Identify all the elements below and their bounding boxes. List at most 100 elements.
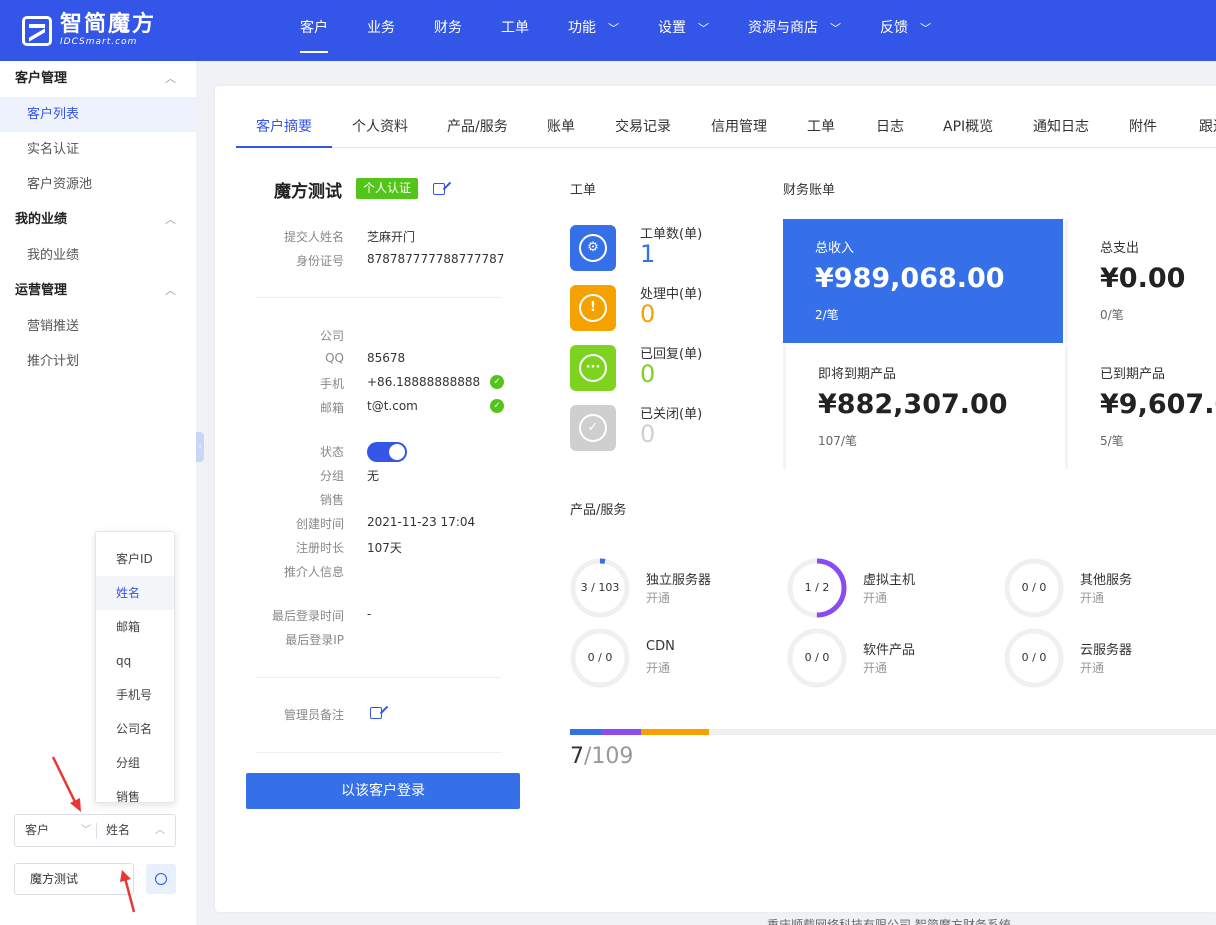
- nav-item-2[interactable]: 财务: [434, 0, 462, 61]
- products-progress-text: 7/109: [570, 744, 634, 769]
- tab-4[interactable]: 交易记录: [615, 108, 671, 148]
- product-type-name[interactable]: 云服务器: [1080, 639, 1132, 658]
- created-value: 2021-11-23 17:04: [367, 515, 476, 529]
- idcard-value: 878787777788777787: [367, 252, 505, 266]
- product-type-name[interactable]: CDN: [646, 639, 675, 654]
- referrer-label: 推介人信息: [283, 565, 344, 579]
- nav-item-label: 反馈: [880, 20, 908, 36]
- finance-stat-box[interactable]: 总收入 ¥989,068.00 2/笔: [783, 219, 1063, 343]
- search-type-value[interactable]: 客户: [25, 815, 49, 846]
- tab-9[interactable]: 通知日志: [1033, 108, 1089, 148]
- sidebar-collapse-handle[interactable]: ‹: [196, 432, 204, 462]
- edit-icon[interactable]: [433, 183, 445, 195]
- nav-item-7[interactable]: 反馈 ﹀: [880, 0, 931, 61]
- sidebar-item-1-0[interactable]: 我的业绩: [0, 238, 196, 273]
- donut-ratio-text: 0 / 0: [1021, 581, 1047, 594]
- dropdown-option[interactable]: 销售: [96, 780, 174, 802]
- sidebar-group-2[interactable]: 运营管理 ︿: [0, 273, 196, 309]
- logo-icon: [22, 15, 52, 46]
- sidebar-item-0-2[interactable]: 客户资源池: [0, 167, 196, 202]
- product-donut-chart: 3 / 103: [570, 558, 630, 618]
- tab-8[interactable]: API概览: [943, 108, 993, 148]
- search-button[interactable]: [146, 864, 176, 894]
- edit-note-icon[interactable]: [370, 707, 382, 719]
- sidebar-item-0-0[interactable]: 客户列表: [0, 97, 196, 132]
- nav-item-label: 资源与商店: [748, 20, 818, 36]
- finance-stat-box[interactable]: 已到期产品 ¥9,607.00 5/笔: [1065, 345, 1216, 469]
- product-donut-chart: 0 / 0: [570, 628, 630, 688]
- sidebar-item-2-1[interactable]: 推介计划: [0, 344, 196, 379]
- sidebar-item-0-1[interactable]: 实名认证: [0, 132, 196, 167]
- nav-item-6[interactable]: 资源与商店 ﹀: [748, 0, 841, 61]
- tab-1[interactable]: 个人资料: [352, 108, 408, 148]
- sidebar-group-0[interactable]: 客户管理 ︿: [0, 61, 196, 97]
- sidebar-item-2-0[interactable]: 营销推送: [0, 309, 196, 344]
- tab-5[interactable]: 信用管理: [711, 108, 767, 148]
- chevron-down-icon: ﹀: [608, 22, 619, 35]
- product-type-name[interactable]: 虚拟主机: [863, 569, 915, 588]
- dropdown-option[interactable]: 分组: [96, 746, 174, 780]
- nav-item-3[interactable]: 工单: [501, 0, 529, 61]
- finance-stat-box[interactable]: 即将到期产品 ¥882,307.00 107/笔: [783, 345, 1063, 469]
- tab-0[interactable]: 客户摘要: [236, 108, 332, 148]
- sales-label: 销售: [319, 493, 344, 507]
- last-login-value: -: [367, 607, 372, 621]
- dropdown-option[interactable]: 姓名: [96, 576, 174, 610]
- logo-subtext: IDCSmart.com: [60, 37, 138, 47]
- product-type-status: 开通: [863, 661, 888, 675]
- dropdown-option[interactable]: 手机号: [96, 678, 174, 712]
- tab-10[interactable]: 附件: [1129, 108, 1157, 148]
- ticket-glyph-icon: ✓: [579, 414, 607, 442]
- nav-item-label: 业务: [367, 20, 395, 36]
- product-type-status: 开通: [646, 661, 671, 675]
- footer-text: 重庆顺载网络科技有限公司 智简魔方财务系统: [767, 918, 1011, 925]
- nav-item-label: 功能: [568, 20, 596, 36]
- active-count: 7: [570, 744, 584, 769]
- product-type-status: 开通: [1080, 661, 1105, 675]
- products-title: 产品/服务: [570, 503, 627, 518]
- nav-item-4[interactable]: 功能 ﹀: [568, 0, 619, 61]
- dropdown-list: 客户ID 姓名 邮箱 qq 手机号 公司名 分组 销售: [96, 532, 174, 802]
- chevron-down-icon: ﹀: [830, 22, 841, 35]
- tab-6[interactable]: 工单: [807, 108, 835, 148]
- product-type-name[interactable]: 其他服务: [1080, 569, 1132, 588]
- nav-item-0[interactable]: 客户: [300, 0, 328, 61]
- product-donut-chart: 0 / 0: [1004, 558, 1064, 618]
- dropdown-option[interactable]: 公司名: [96, 712, 174, 746]
- last-ip-label: 最后登录IP: [285, 633, 344, 647]
- tab-3[interactable]: 账单: [547, 108, 575, 148]
- ticket-stat-count: 0: [640, 300, 656, 328]
- email-label: 邮箱: [319, 401, 344, 415]
- duration-label: 注册时长: [295, 541, 344, 555]
- tab-11[interactable]: 跟进: [1199, 108, 1216, 148]
- search-field-value[interactable]: 姓名: [106, 815, 130, 846]
- status-toggle[interactable]: [367, 442, 407, 462]
- login-as-customer-button[interactable]: 以该客户登录: [246, 773, 520, 809]
- dropdown-option[interactable]: 客户ID: [96, 542, 174, 576]
- nav-item-label: 设置: [658, 20, 686, 36]
- product-type-name[interactable]: 独立服务器: [646, 569, 711, 588]
- status-label: 状态: [319, 445, 344, 459]
- sidebar-group-1[interactable]: 我的业绩 ︿: [0, 202, 196, 238]
- logo[interactable]: 智简魔方 IDCSmart.com: [22, 14, 156, 47]
- tickets-title: 工单: [570, 183, 597, 198]
- ticket-glyph-icon: ···: [579, 354, 607, 382]
- dropdown-option[interactable]: qq: [96, 644, 174, 678]
- tab-7[interactable]: 日志: [876, 108, 904, 148]
- tab-2[interactable]: 产品/服务: [447, 108, 508, 148]
- product-type-name[interactable]: 软件产品: [863, 639, 915, 658]
- finance-stat-label: 已到期产品: [1100, 367, 1166, 382]
- finance-stat-box[interactable]: 总支出 ¥0.00 0/笔: [1065, 219, 1216, 343]
- nav-item-5[interactable]: 设置 ﹀: [658, 0, 709, 61]
- ticket-stat-count: 0: [640, 360, 656, 388]
- search-icon: [155, 872, 167, 885]
- finance-stat-value: ¥0.00: [1100, 263, 1186, 294]
- ticket-glyph-icon: !: [579, 294, 607, 322]
- progress-segment: [601, 729, 642, 735]
- nav-item-1[interactable]: 业务: [367, 0, 395, 61]
- dropdown-option[interactable]: 邮箱: [96, 610, 174, 644]
- idcard-label: 身份证号: [295, 254, 344, 268]
- search-type-select[interactable]: 客户 ﹀ 姓名 ︿: [14, 814, 176, 847]
- total-count: 109: [591, 744, 634, 769]
- finance-stat-value: ¥882,307.00: [818, 389, 1008, 420]
